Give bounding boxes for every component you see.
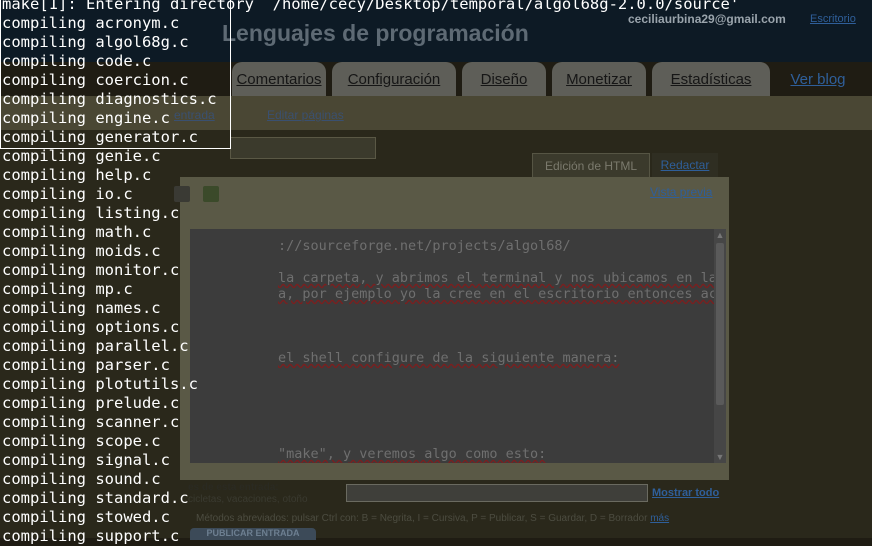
editor-line: ://sourceforge.net/projects/algol68/ bbox=[278, 238, 571, 254]
tab-compose[interactable]: Redactar bbox=[652, 153, 718, 177]
labels-example: cicletas, vacaciones, otoño bbox=[188, 494, 308, 505]
terminal-line: compiling genie.c bbox=[2, 147, 161, 165]
post-title-input[interactable] bbox=[230, 137, 376, 159]
editor-line: la carpeta, y abrimos el terminal y nos … bbox=[278, 270, 714, 286]
terminal-line: compiling coercion.c bbox=[2, 71, 189, 89]
terminal-line: make[1]: Entering directory `/home/cecy/… bbox=[2, 0, 740, 13]
terminal-line: compiling listing.c bbox=[2, 204, 180, 222]
preview-link[interactable]: Vista previa bbox=[650, 185, 712, 199]
blog-title: Lenguajes de programación bbox=[222, 20, 529, 46]
labels-heading: es de esta entrada: bbox=[188, 482, 279, 493]
labels-input[interactable] bbox=[346, 484, 648, 502]
tab-estadisticas[interactable]: Estadísticas bbox=[652, 62, 770, 96]
terminal-line: compiling help.c bbox=[2, 166, 152, 184]
tab-configuracion[interactable]: Configuración bbox=[332, 62, 456, 96]
terminal-line: compiling math.c bbox=[2, 223, 152, 241]
terminal-line: compiling code.c bbox=[2, 52, 152, 70]
tab-comentarios[interactable]: Comentarios bbox=[232, 62, 326, 96]
scroll-up-arrow-icon[interactable]: ▲ bbox=[714, 229, 726, 241]
terminal-line: compiling prelude.c bbox=[2, 394, 180, 412]
editor-line: el shell configure de la siguiente maner… bbox=[278, 350, 620, 366]
terminal-line: compiling scanner.c bbox=[2, 413, 180, 431]
terminal-line: compiling diagnostics.c bbox=[2, 90, 217, 108]
html-editor-textarea[interactable]: ://sourceforge.net/projects/algol68/ la … bbox=[190, 229, 714, 463]
dashboard-link[interactable]: Escritorio bbox=[810, 13, 856, 25]
terminal-line: compiling io.c bbox=[2, 185, 133, 203]
terminal-line: compiling standard.c bbox=[2, 489, 189, 507]
terminal-line: compiling algol68g.c bbox=[2, 33, 189, 51]
publish-button[interactable]: PUBLICAR ENTRADA bbox=[190, 528, 316, 540]
view-blog-link[interactable]: Ver blog bbox=[776, 62, 860, 96]
new-post-link[interactable]: entrada bbox=[174, 108, 215, 122]
terminal-line: compiling sound.c bbox=[2, 470, 161, 488]
terminal-line: compiling generator.c bbox=[2, 128, 198, 146]
image-icon[interactable] bbox=[174, 186, 190, 202]
terminal-line: compiling mp.c bbox=[2, 280, 133, 298]
editor-line: "make", y veremos algo como esto: bbox=[278, 446, 547, 462]
tab-monetizar[interactable]: Monetizar bbox=[552, 62, 646, 96]
shortcuts-text: Métodos abreviados: pulsar Ctrl con: B =… bbox=[196, 513, 648, 524]
edit-pages-link[interactable]: Editar páginas bbox=[267, 108, 344, 122]
terminal-line: compiling monitor.c bbox=[2, 261, 180, 279]
terminal-line: compiling options.c bbox=[2, 318, 180, 336]
tab-diseno[interactable]: Diseño bbox=[462, 62, 546, 96]
keyboard-shortcuts-hint: Métodos abreviados: pulsar Ctrl con: B =… bbox=[196, 513, 669, 524]
scroll-down-arrow-icon[interactable]: ▼ bbox=[714, 451, 726, 463]
account-email: ceciliaurbina29@gmail.com bbox=[628, 12, 786, 26]
terminal-line: compiling support.c bbox=[2, 527, 180, 545]
video-icon[interactable] bbox=[203, 186, 219, 202]
terminal-line: compiling plotutils.c bbox=[2, 375, 198, 393]
terminal-line: compiling names.c bbox=[2, 299, 161, 317]
terminal-line: compiling stowed.c bbox=[2, 508, 170, 526]
terminal-line: compiling parallel.c bbox=[2, 337, 189, 355]
terminal-line: compiling engine.c bbox=[2, 109, 170, 127]
tab-html-edit[interactable]: Edición de HTML bbox=[532, 153, 650, 178]
show-all-labels-link[interactable]: Mostrar todo bbox=[652, 487, 719, 499]
terminal-line: compiling signal.c bbox=[2, 451, 170, 469]
shortcuts-more-link[interactable]: más bbox=[650, 513, 669, 524]
terminal-line: compiling scope.c bbox=[2, 432, 161, 450]
terminal-line: compiling moids.c bbox=[2, 242, 161, 260]
terminal-line: compiling acronym.c bbox=[2, 14, 180, 32]
terminal-line: compiling parser.c bbox=[2, 356, 170, 374]
editor-line: a, por ejemplo yo la cree en el escritor… bbox=[278, 286, 714, 302]
editor-scroll-thumb[interactable] bbox=[716, 243, 724, 405]
